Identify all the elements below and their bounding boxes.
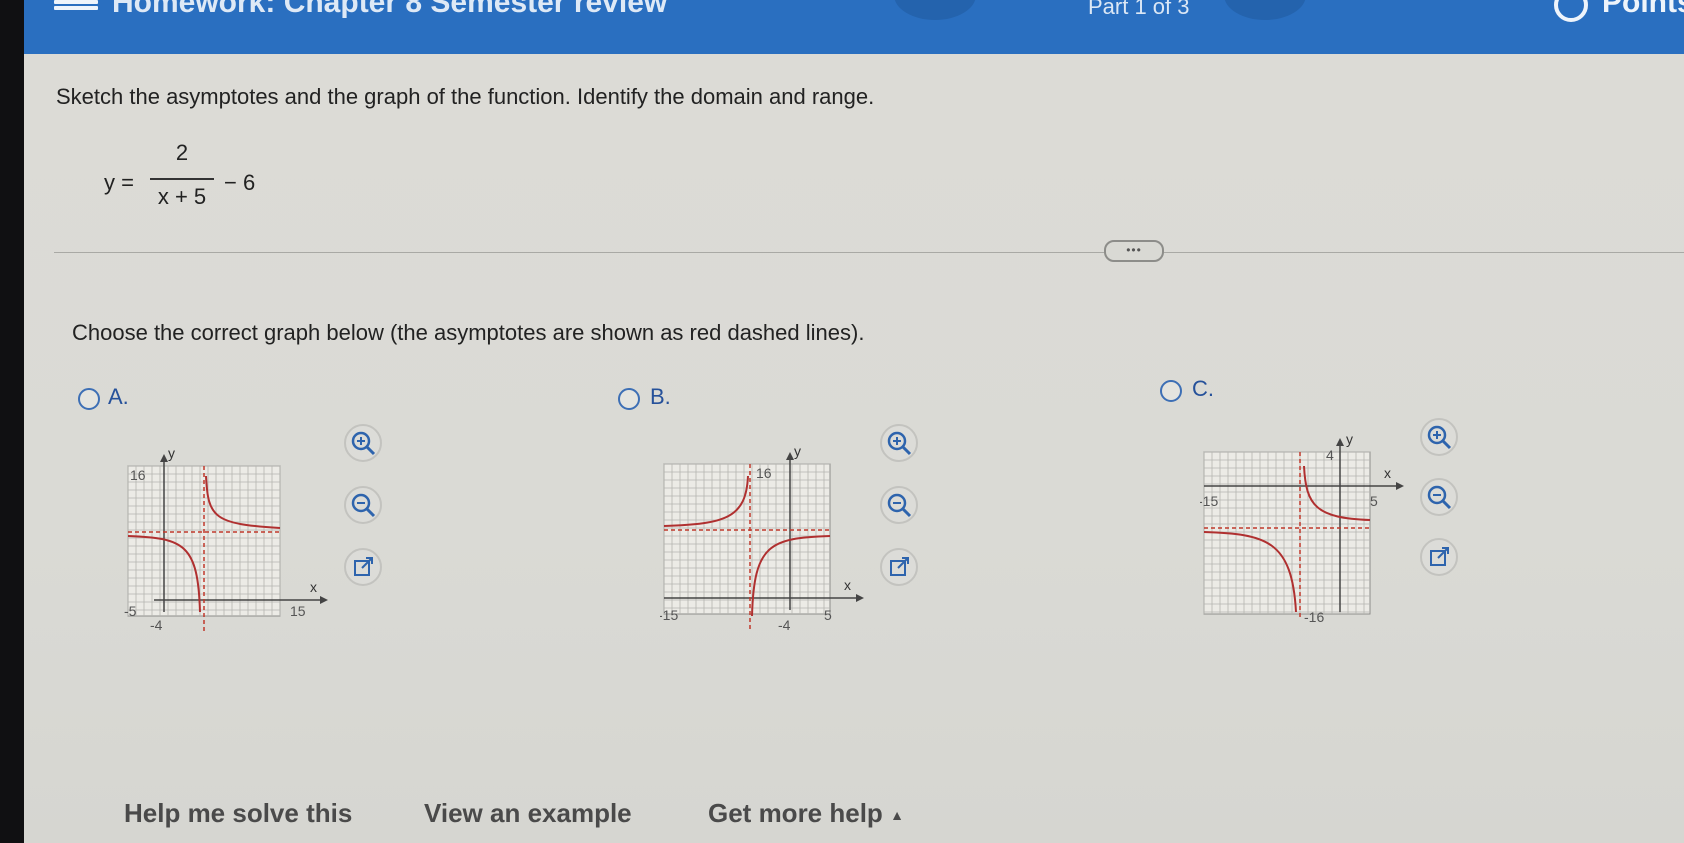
new-window-icon <box>1430 547 1449 566</box>
option-b-zoom-out-button[interactable] <box>880 486 918 524</box>
zoom-out-icon <box>1427 485 1452 510</box>
tick-label-x-left: -15 <box>660 607 678 623</box>
zoom-in-icon <box>351 431 376 456</box>
equation-constant: − 6 <box>224 170 256 195</box>
zoom-in-icon <box>1427 425 1452 450</box>
question-panel: Sketch the asymptotes and the graph of t… <box>24 54 1684 843</box>
homework-title: Homework: Chapter 8 Semester review <box>112 0 668 19</box>
zoom-in-icon <box>887 431 912 456</box>
option-a-zoom-out-button[interactable] <box>344 486 382 524</box>
y-axis-arrow <box>786 452 794 460</box>
axis-label-x: x <box>1384 465 1391 481</box>
option-b-new-window-button[interactable] <box>880 548 918 586</box>
option-c-label[interactable]: C. <box>1192 376 1214 402</box>
get-more-help-button[interactable]: Get more help ▲ <box>708 798 904 829</box>
y-axis-arrow <box>1336 438 1344 446</box>
part-indicator: Part 1 of 3 <box>1088 0 1190 19</box>
tick-label-x-left: -15 <box>1200 493 1218 509</box>
menu-icon[interactable] <box>54 0 98 10</box>
tick-label-y-bottom: -4 <box>150 617 163 632</box>
equation-lhs: y = <box>104 170 134 195</box>
header-button[interactable] <box>894 0 976 20</box>
equation-denominator: x + 5 <box>157 184 207 209</box>
header-button[interactable] <box>1224 0 1306 20</box>
axis-label-y: y <box>1346 431 1353 447</box>
option-b-graph[interactable]: 16 y x -15 -4 5 <box>660 420 880 630</box>
tick-label-y-top: 16 <box>756 465 772 481</box>
x-axis-arrow <box>320 596 328 604</box>
fraction-bar <box>150 178 214 180</box>
option-c-graph[interactable]: 4 y x -15 -16 5 <box>1200 416 1420 626</box>
option-a-label[interactable]: A. <box>108 384 129 410</box>
tick-label-y-bottom: -16 <box>1304 609 1324 625</box>
axis-label-y: y <box>168 445 175 461</box>
tick-label-x-right: 5 <box>1370 493 1378 509</box>
zoom-out-icon <box>887 493 912 518</box>
option-b-label[interactable]: B. <box>650 384 671 410</box>
points-label: Points: <box>1602 0 1684 19</box>
option-a-zoom-in-button[interactable] <box>344 424 382 462</box>
get-more-help-label: Get more help <box>708 798 883 828</box>
view-example-button[interactable]: View an example <box>424 798 632 829</box>
axis-label-x: x <box>310 579 317 595</box>
new-window-icon <box>890 557 909 576</box>
option-a-radio[interactable] <box>78 388 100 410</box>
expand-button[interactable]: ••• <box>1104 240 1164 262</box>
choose-instruction: Choose the correct graph below (the asym… <box>72 320 865 345</box>
option-c-radio[interactable] <box>1160 380 1182 402</box>
y-axis-arrow <box>160 454 168 462</box>
x-axis-arrow <box>856 594 864 602</box>
header-bar: Homework: Chapter 8 Semester review Part… <box>24 0 1684 54</box>
screen-bezel <box>0 0 24 843</box>
axis-label-x: x <box>844 577 851 593</box>
option-a-graph[interactable]: 16 y x -5 -4 15 <box>124 422 344 632</box>
tick-label-x-right: 5 <box>824 607 832 623</box>
tick-label-x-left: -5 <box>124 603 137 619</box>
zoom-out-icon <box>351 493 376 518</box>
option-c-new-window-button[interactable] <box>1420 538 1458 576</box>
option-a-new-window-button[interactable] <box>344 548 382 586</box>
option-c-zoom-in-button[interactable] <box>1420 418 1458 456</box>
x-axis-arrow <box>1396 482 1404 490</box>
tick-label-y-bottom: -4 <box>778 617 791 630</box>
tick-label-x-right: 15 <box>290 603 306 619</box>
new-window-icon <box>354 557 373 576</box>
question-prompt: Sketch the asymptotes and the graph of t… <box>56 84 875 109</box>
option-c-zoom-out-button[interactable] <box>1420 478 1458 516</box>
caret-up-icon: ▲ <box>890 807 904 824</box>
equation-numerator: 2 <box>175 140 189 165</box>
tick-label-y-top: 4 <box>1326 447 1334 463</box>
option-b-zoom-in-button[interactable] <box>880 424 918 462</box>
help-me-solve-button[interactable]: Help me solve this <box>124 798 352 829</box>
section-divider <box>54 252 1684 253</box>
points-icon <box>1554 0 1588 22</box>
axis-label-y: y <box>794 443 801 459</box>
tick-label-y-top: 16 <box>130 467 146 483</box>
option-b-radio[interactable] <box>618 388 640 410</box>
